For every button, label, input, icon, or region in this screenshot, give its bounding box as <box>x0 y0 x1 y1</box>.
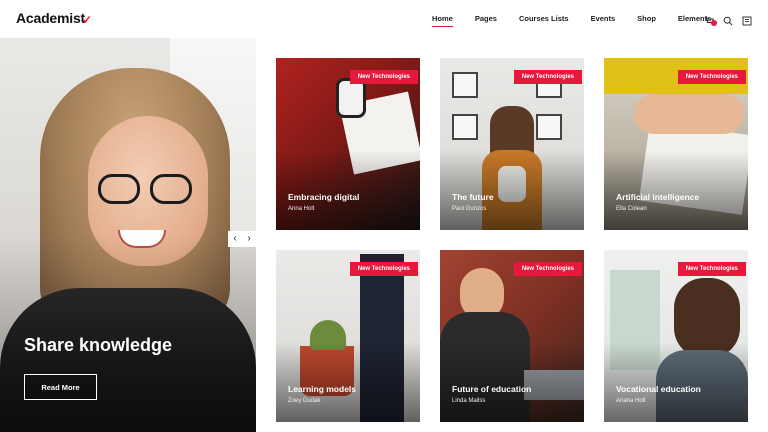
course-card[interactable]: New Technologies Embracing digital Anna … <box>276 58 420 230</box>
nav-item-shop[interactable]: Shop <box>637 13 656 25</box>
hero-overlay <box>0 38 256 432</box>
search-icon[interactable] <box>723 13 733 26</box>
card-author[interactable]: Ella Colean <box>616 206 647 212</box>
chevron-right-icon[interactable]: › <box>247 234 250 244</box>
category-badge[interactable]: New Technologies <box>677 262 746 276</box>
card-image-sneaker <box>336 78 366 118</box>
nav-item-courses-lists[interactable]: Courses Lists <box>519 13 569 25</box>
cart-count-badge <box>711 20 717 26</box>
card-fade <box>276 150 420 230</box>
card-image-hand <box>634 94 744 134</box>
page: Academist✓ Home Pages Courses Lists Even… <box>0 0 768 432</box>
card-fade <box>440 342 584 422</box>
card-fade <box>604 150 748 230</box>
category-badge[interactable]: New Technologies <box>349 70 418 84</box>
hero-title: Share knowledge <box>24 335 173 355</box>
card-image-frame <box>452 72 478 98</box>
chevron-left-icon[interactable]: ‹ <box>233 234 236 244</box>
course-card[interactable]: New Technologies The future Paul Gunzos <box>440 58 584 230</box>
card-author[interactable]: Ariana Holt <box>616 398 646 404</box>
card-title[interactable]: Vocational education <box>616 384 701 394</box>
hero-slider: Share knowledge Read More <box>0 38 256 432</box>
card-title[interactable]: Future of education <box>452 384 531 394</box>
slider-arrows: ‹ › <box>228 231 256 247</box>
read-more-button[interactable]: Read More <box>24 374 97 400</box>
category-badge[interactable]: New Technologies <box>513 262 582 276</box>
course-card[interactable]: New Technologies Future of education Lin… <box>440 250 584 422</box>
card-fade <box>440 150 584 230</box>
header: Academist✓ Home Pages Courses Lists Even… <box>0 0 768 38</box>
card-author[interactable]: Linda Mailss <box>452 398 485 404</box>
category-badge[interactable]: New Technologies <box>513 70 582 84</box>
card-fade <box>276 342 420 422</box>
header-icons <box>704 13 752 26</box>
card-image-frame <box>536 114 562 140</box>
logo[interactable]: Academist✓ <box>16 10 92 27</box>
card-fade <box>604 342 748 422</box>
nav-item-events[interactable]: Events <box>591 13 616 25</box>
category-badge[interactable]: New Technologies <box>677 70 746 84</box>
main-nav: Home Pages Courses Lists Events Shop Ele… <box>432 13 733 27</box>
course-card[interactable]: New Technologies Artificial intelligence… <box>604 58 748 230</box>
card-title[interactable]: The future <box>452 192 494 202</box>
category-badge[interactable]: New Technologies <box>349 262 418 276</box>
card-author[interactable]: Paul Gunzos <box>452 206 486 212</box>
cart-icon[interactable] <box>704 13 717 26</box>
card-title[interactable]: Artificial intelligence <box>616 192 699 202</box>
nav-item-home[interactable]: Home <box>432 13 453 27</box>
course-card[interactable]: New Technologies Vocational education Ar… <box>604 250 748 422</box>
card-author[interactable]: Zoey Dudak <box>288 398 320 404</box>
card-author[interactable]: Anna Holt <box>288 206 314 212</box>
card-title[interactable]: Learning models <box>288 384 356 394</box>
course-card[interactable]: New Technologies Learning models Zoey Du… <box>276 250 420 422</box>
card-title[interactable]: Embracing digital <box>288 192 359 202</box>
menu-icon[interactable] <box>742 13 752 26</box>
card-image-frame <box>452 114 478 140</box>
logo-text: Academist <box>16 10 86 26</box>
logo-check-icon: ✓ <box>82 13 92 27</box>
nav-item-pages[interactable]: Pages <box>475 13 497 25</box>
